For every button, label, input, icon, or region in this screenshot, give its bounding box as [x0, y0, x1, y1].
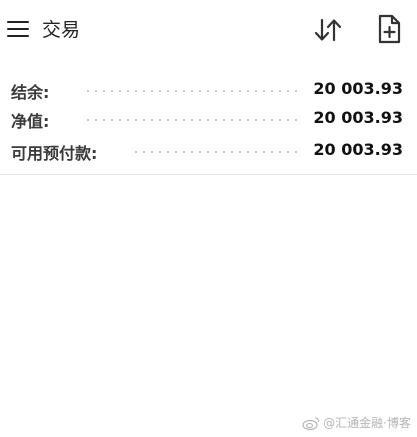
equity-row: 净值: 20 003.93 [0, 103, 417, 133]
balance-label: 结余: [11, 83, 50, 102]
watermark-text: @汇通金融·博客 [323, 416, 411, 430]
app-root: 交易 结余: 20 003.93 净值: 20 003.93 可用预付款: 20… [0, 0, 417, 437]
menu-line [7, 28, 29, 30]
watermark: @汇通金融·博客 [302, 414, 411, 431]
document-add-svg [378, 14, 401, 44]
sort-arrows-icon[interactable] [312, 14, 344, 46]
menu-line [7, 21, 29, 23]
top-toolbar: 交易 [0, 0, 417, 60]
free-margin-value: 20 003.93 [313, 140, 403, 159]
hamburger-menu-icon[interactable] [4, 14, 34, 44]
balance-value: 20 003.93 [313, 79, 403, 98]
free-margin-row: 可用预付款: 20 003.93 [0, 135, 417, 165]
free-margin-label: 可用预付款: [11, 144, 98, 163]
equity-label: 净值: [11, 112, 50, 131]
equity-value: 20 003.93 [313, 108, 403, 127]
page-title: 交易 [42, 19, 81, 41]
summary-divider [0, 174, 417, 175]
sort-arrows-svg [314, 18, 342, 42]
menu-line [7, 35, 29, 37]
document-add-icon[interactable] [373, 13, 405, 45]
balance-row: 结余: 20 003.93 [0, 74, 417, 104]
dotted-leader [84, 119, 303, 121]
dotted-leader [84, 90, 303, 92]
weibo-logo-icon [302, 417, 320, 430]
dotted-leader [132, 151, 303, 153]
